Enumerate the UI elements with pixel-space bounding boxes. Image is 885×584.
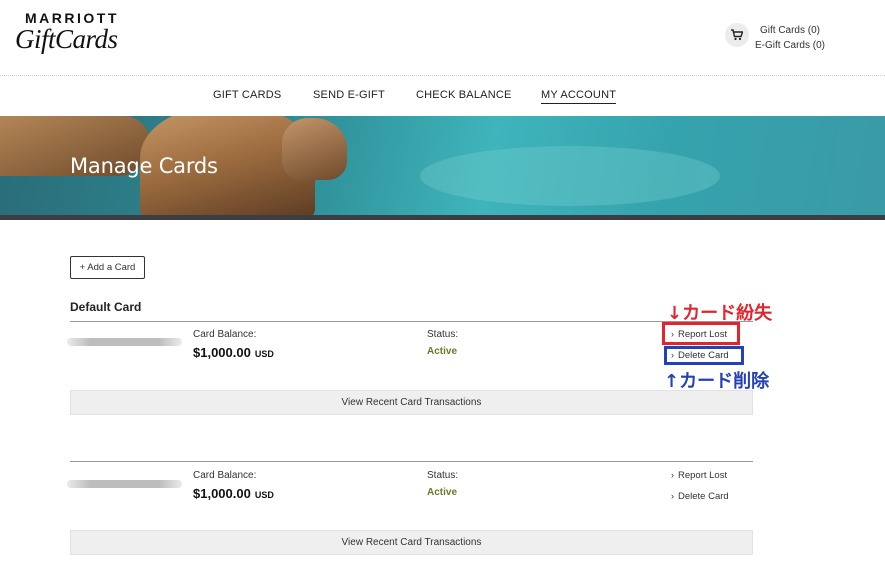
balance-currency: USD bbox=[254, 490, 274, 500]
hero-banner: Manage Cards bbox=[0, 116, 885, 220]
egift-cards-count-link[interactable]: E-Gift Cards (0) bbox=[750, 38, 830, 53]
marriott-giftcards-logo[interactable]: MARRIOTT GiftCards bbox=[15, 10, 119, 54]
delete-card-link[interactable]: › Delete Card bbox=[671, 491, 729, 502]
card-balance-value: $1,000.00 USD bbox=[193, 486, 274, 501]
main-nav: GIFT CARDS SEND E-GIFT CHECK BALANCE MY … bbox=[0, 77, 885, 117]
annotation-delete-card: ↑カード削除 bbox=[664, 371, 770, 392]
logo-script: GiftCards bbox=[15, 24, 118, 54]
chevron-right-icon: › bbox=[671, 470, 674, 480]
hero-bottom-bar bbox=[0, 215, 885, 220]
site-header: MARRIOTT GiftCards Gift Cards (0) E-Gift… bbox=[0, 0, 885, 76]
card-number-redacted bbox=[67, 338, 182, 346]
card-divider bbox=[70, 461, 753, 462]
default-card-heading: Default Card bbox=[70, 300, 142, 314]
status-value: Active bbox=[427, 346, 458, 357]
cart-summary: Gift Cards (0) E-Gift Cards (0) bbox=[750, 23, 830, 53]
balance-currency: USD bbox=[254, 349, 274, 359]
card-balance-label: Card Balance: bbox=[193, 470, 257, 481]
view-transactions-button[interactable]: View Recent Card Transactions bbox=[70, 530, 753, 555]
nav-send-egift[interactable]: SEND E-GIFT bbox=[313, 89, 385, 101]
status-value: Active bbox=[427, 487, 458, 498]
card-balance-label: Card Balance: bbox=[193, 329, 257, 340]
chevron-right-icon: › bbox=[671, 491, 674, 501]
card-balance-value: $1,000.00 USD bbox=[193, 345, 274, 360]
balance-amount: $1,000.00 bbox=[193, 345, 251, 360]
gift-cards-count-link[interactable]: Gift Cards (0) bbox=[750, 23, 830, 38]
card-divider bbox=[70, 321, 753, 322]
view-transactions-button[interactable]: View Recent Card Transactions bbox=[70, 390, 753, 415]
page-title: Manage Cards bbox=[70, 154, 218, 178]
delete-card-label: Delete Card bbox=[678, 491, 729, 502]
status-label: Status: bbox=[427, 329, 459, 340]
balance-amount: $1,000.00 bbox=[193, 486, 251, 501]
hero-water-highlight bbox=[420, 146, 720, 206]
add-card-button[interactable]: + Add a Card bbox=[70, 256, 145, 279]
hero-rock bbox=[282, 118, 347, 180]
nav-gift-cards[interactable]: GIFT CARDS bbox=[213, 89, 281, 101]
card-number-redacted bbox=[67, 480, 182, 488]
annotation-highlight-box-red bbox=[662, 322, 740, 345]
annotation-highlight-box-blue bbox=[664, 346, 744, 365]
report-lost-link[interactable]: › Report Lost bbox=[671, 470, 727, 481]
nav-check-balance[interactable]: CHECK BALANCE bbox=[416, 89, 512, 101]
nav-my-account[interactable]: MY ACCOUNT bbox=[541, 89, 617, 104]
status-label: Status: bbox=[427, 470, 459, 481]
report-lost-label: Report Lost bbox=[678, 470, 728, 481]
cart-icon[interactable] bbox=[725, 23, 749, 47]
